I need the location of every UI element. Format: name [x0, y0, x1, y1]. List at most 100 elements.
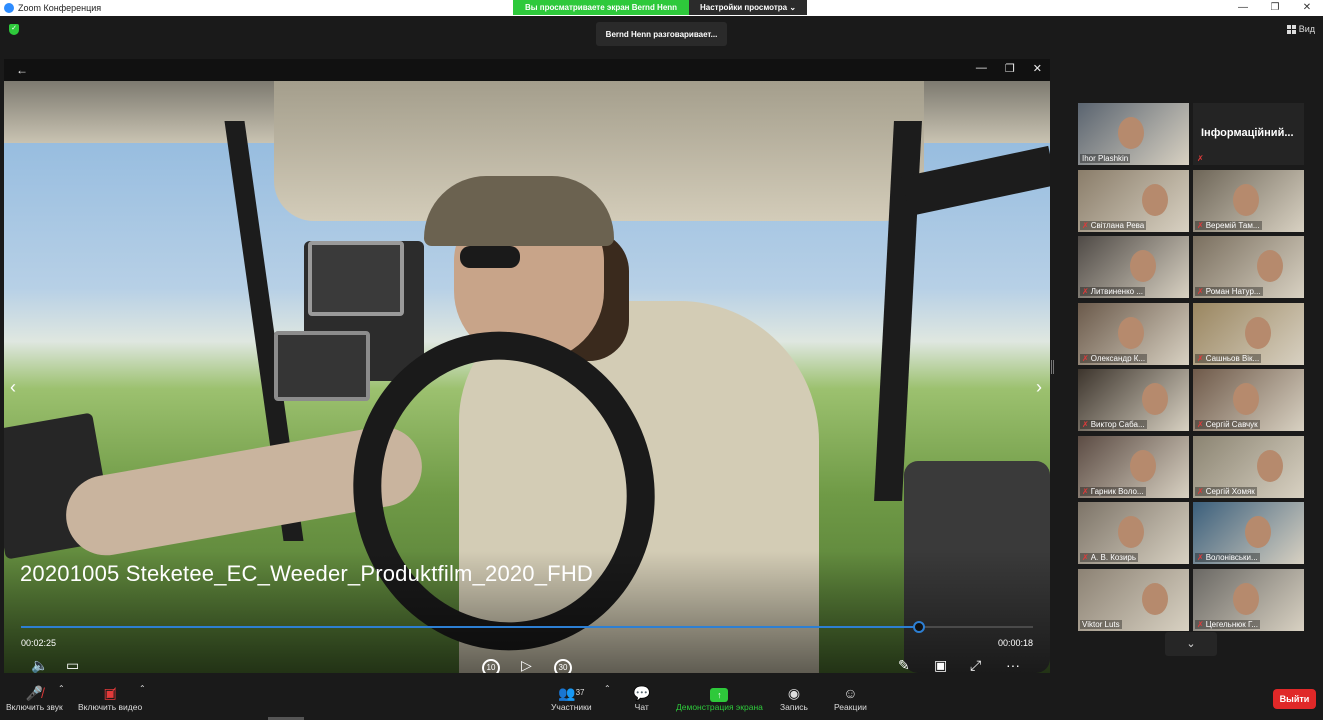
video-options-caret-icon[interactable]: ⌃ [139, 684, 146, 693]
participant-name: Цегельнюк Г... [1205, 619, 1258, 629]
shared-window-topbar: ← — ❐ ✕ [4, 59, 1050, 81]
participant-tile[interactable]: Інформаційний... ✗ [1193, 103, 1304, 165]
participant-tile[interactable]: ✗ Світлана Рева [1078, 169, 1189, 232]
record-button[interactable]: ◉ Запись [780, 684, 808, 712]
participant-face [1118, 516, 1144, 548]
muted-mic-icon: ✗ [1197, 553, 1204, 562]
next-chevron-icon[interactable]: › [1036, 377, 1042, 398]
shared-close-icon[interactable]: ✕ [1033, 62, 1042, 75]
chat-icon: 💬 [633, 685, 651, 701]
gallery-next-page-chevron-icon[interactable]: ⌄ [1165, 632, 1217, 656]
view-settings-button[interactable]: Настройки просмотра ⌄ [689, 0, 807, 15]
edit-pencil-icon[interactable]: ✎ [898, 657, 910, 673]
more-options-icon[interactable]: ··· [1006, 657, 1020, 673]
participant-tile[interactable]: ✗ А. В. Козирь [1078, 502, 1189, 564]
audio-options-caret-icon[interactable]: ⌃ [58, 684, 65, 693]
participant-tile[interactable]: ✗ Цегельнюк Г... [1193, 568, 1304, 631]
mini-view-icon[interactable]: ▣ [934, 657, 947, 673]
muted-mic-icon: ✗ [1082, 287, 1089, 296]
skip-back-icon: 10 [482, 659, 500, 673]
participant-tile[interactable]: ✗ Волонівськи... [1193, 502, 1304, 564]
chat-button[interactable]: 💬 Чат [633, 684, 650, 712]
participant-name-label: ✗ Світлана Рева [1080, 220, 1147, 230]
unmute-button[interactable]: 🎤̸ Включить звук [6, 684, 63, 712]
participant-name: Сашньов Вік... [1205, 353, 1260, 363]
muted-mic-icon: ✗ [1082, 353, 1089, 363]
participant-name-label: ✗ Сергій Савчук [1195, 420, 1260, 429]
participants-caret-icon[interactable]: ⌃ [604, 684, 611, 693]
volume-icon[interactable]: 🔈 [31, 657, 48, 673]
participant-name-label: ✗ А. В. Козирь [1080, 553, 1139, 562]
participant-tile[interactable]: ✗ Сашньов Вік... [1193, 302, 1304, 365]
encryption-shield-icon[interactable]: ✓ [9, 24, 19, 35]
participants-icon: 👥37 [558, 685, 585, 701]
participant-name: Веремій Там... [1205, 220, 1260, 230]
start-video-button[interactable]: ▣̸ Включить видео [78, 684, 142, 712]
record-label: Запись [780, 702, 808, 712]
participant-tile[interactable]: ✗ Виктор Саба... [1078, 369, 1189, 431]
video-scene-monitor-top [308, 241, 404, 316]
window-titlebar: Zoom Конференция Вы просматриваете экран… [0, 0, 1323, 16]
participant-name-label: Viktor Luts [1080, 619, 1122, 629]
participant-face [1233, 183, 1259, 216]
share-screen-button[interactable]: ↑ Демонстрация экрана [676, 684, 763, 712]
close-button[interactable]: ✕ [1291, 0, 1323, 16]
participant-tile[interactable]: ✗ Литвиненко ... [1078, 236, 1189, 298]
participants-button[interactable]: 👥37 Участники [551, 684, 592, 712]
participant-name-label: ✗ Волонівськи... [1195, 553, 1260, 562]
previous-chevron-icon[interactable]: ‹ [10, 377, 16, 398]
chat-label: Чат [634, 702, 649, 712]
view-button[interactable]: Вид [1286, 24, 1315, 34]
shared-minimize-icon[interactable]: — [976, 62, 987, 75]
skip-forward-icon: 30 [554, 659, 572, 673]
participant-tile[interactable]: ✗ Сергій Хомяк [1193, 435, 1304, 498]
participant-face [1118, 117, 1144, 149]
minimize-button[interactable]: — [1227, 0, 1259, 16]
video-off-icon: ▣̸ [103, 685, 117, 701]
participant-face [1257, 250, 1283, 282]
participant-name: Литвиненко ... [1090, 287, 1144, 296]
captions-icon[interactable]: ▭ [66, 657, 79, 673]
muted-mic-icon: ✗ [1197, 420, 1204, 429]
reactions-icon: ☺ [843, 685, 858, 701]
participant-tile[interactable]: ✗ Гарник Воло... [1078, 435, 1189, 498]
participant-tile[interactable]: Ihor Plashkin [1078, 103, 1189, 165]
meeting-toolbar: 🎤̸ Включить звук ⌃ ▣̸ Включить видео ⌃ 👥… [0, 676, 1323, 720]
shared-window-controls: — ❐ ✕ [976, 62, 1042, 75]
participant-name: Сергій Хомяк [1205, 486, 1255, 496]
muted-mic-icon: 🎤̸ [25, 685, 44, 701]
participant-tile[interactable]: Viktor Luts [1078, 568, 1189, 631]
skip-back-button[interactable]: 10 [482, 657, 500, 673]
video-progress-bar[interactable] [21, 621, 1033, 633]
viewing-share-banner: Вы просматриваете экран Bernd Henn [513, 0, 689, 15]
participant-name-label: ✗ Олександр К... [1080, 353, 1148, 363]
participant-tile[interactable]: ✗ Сергій Савчук [1193, 369, 1304, 431]
participant-tile[interactable]: ✗ Веремій Там... [1193, 169, 1304, 232]
participant-name: Роман Натур... [1205, 287, 1261, 296]
skip-forward-button[interactable]: 30 [554, 657, 572, 673]
participant-face [1142, 383, 1168, 415]
back-arrow-icon[interactable]: ← [16, 63, 28, 77]
video-frame[interactable]: ‹ › 20201005 Steketee_EC_Weeder_Produktf… [4, 81, 1050, 673]
participant-face [1142, 183, 1168, 216]
participant-tile[interactable]: ✗ Олександр К... [1078, 302, 1189, 365]
current-time: 00:02:25 [21, 638, 57, 648]
muted-mic-icon: ✗ [1197, 220, 1204, 230]
participant-name: Viktor Luts [1082, 619, 1120, 629]
participants-count: 37 [575, 688, 585, 697]
participant-name: Ihor Plashkin [1082, 154, 1129, 163]
play-icon[interactable]: ▷ [521, 657, 532, 673]
participant-name-large: Інформаційний... [1201, 127, 1294, 139]
video-scene-driver-glasses [460, 246, 520, 268]
fullscreen-icon[interactable]: ⤢ [970, 657, 981, 673]
muted-mic-icon: ✗ [1197, 486, 1204, 496]
shared-restore-icon[interactable]: ❐ [1005, 62, 1015, 75]
participant-name-label: ✗ Виктор Саба... [1080, 420, 1147, 429]
shared-screen: ← — ❐ ✕ ‹ › 20201005 Steketee_EC_Weeder_… [4, 59, 1050, 673]
leave-button[interactable]: Выйти [1273, 689, 1316, 709]
maximize-button[interactable]: ❐ [1259, 0, 1291, 16]
splitter-handle[interactable] [1051, 360, 1054, 374]
participant-tile[interactable]: ✗ Роман Натур... [1193, 236, 1304, 298]
reactions-button[interactable]: ☺ Реакции [834, 684, 867, 712]
video-progress-thumb[interactable] [912, 621, 925, 633]
